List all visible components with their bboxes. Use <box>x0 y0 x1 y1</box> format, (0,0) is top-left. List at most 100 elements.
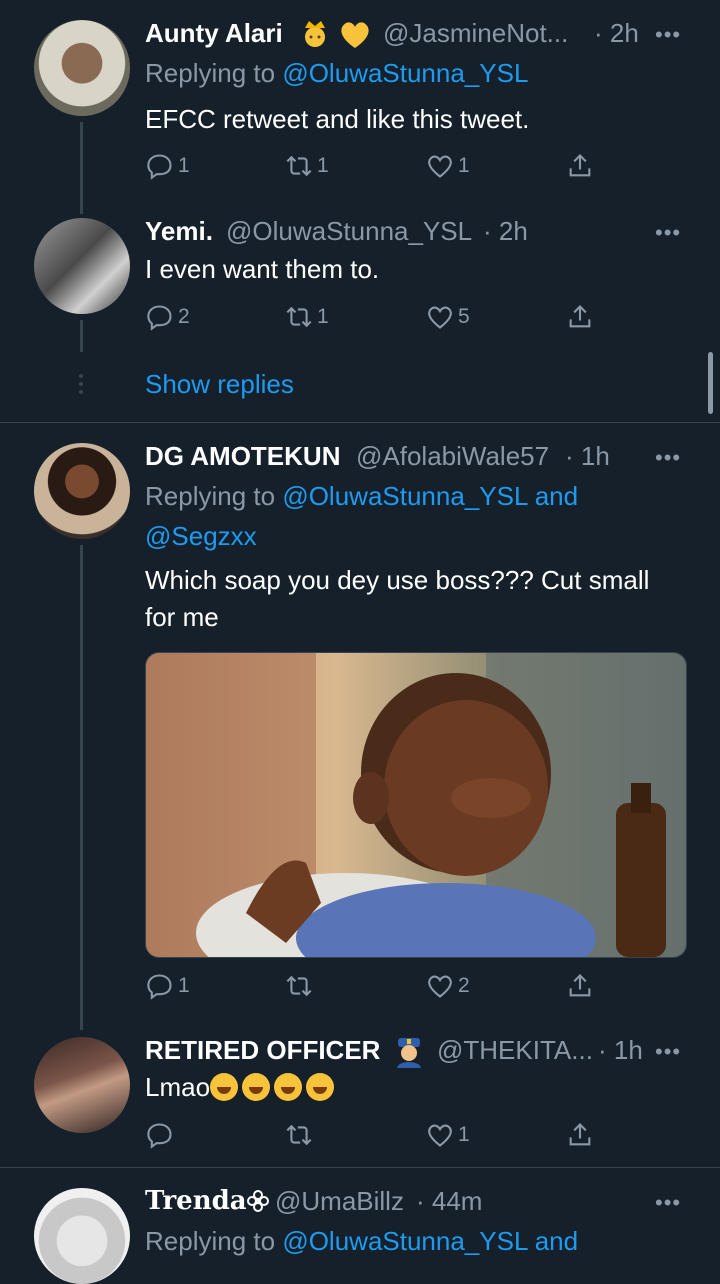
mention-link[interactable]: @OluwaStunna_YSL <box>282 58 528 88</box>
princess-emoji-icon <box>300 18 330 55</box>
replying-to: Replying to @OluwaStunna_YSL <box>145 53 528 93</box>
share-button[interactable] <box>566 972 594 1000</box>
retweet-count: 1 <box>317 154 329 177</box>
heart-icon <box>426 303 454 331</box>
share-button[interactable] <box>566 303 594 331</box>
reply-count: 1 <box>178 154 190 177</box>
divider <box>0 1167 720 1168</box>
gif-image <box>146 653 686 957</box>
replying-to: Replying to @OluwaStunna_YSL and <box>145 1221 578 1261</box>
retweet-button[interactable] <box>285 1121 317 1149</box>
avatar[interactable] <box>34 1188 130 1284</box>
show-replies-link[interactable]: Show replies <box>145 369 294 400</box>
more-options-icon[interactable]: ••• <box>655 22 681 48</box>
reply-button[interactable]: 2 <box>146 303 190 331</box>
tweet-text: EFCC retweet and like this tweet. <box>145 104 530 134</box>
reply-icon <box>146 152 174 180</box>
like-count: 1 <box>458 154 470 177</box>
laughing-emoji-icon <box>242 1073 271 1101</box>
handle[interactable]: @OluwaStunna_YSL <box>226 216 472 247</box>
divider <box>0 422 720 423</box>
like-count: 2 <box>458 974 470 997</box>
like-count: 5 <box>458 305 470 328</box>
more-options-icon[interactable]: ••• <box>655 445 681 471</box>
share-button[interactable] <box>566 1121 594 1149</box>
tweet-text-line-1: Which soap you dey use boss??? Cut small <box>145 565 650 595</box>
display-name[interactable]: Yemi. <box>145 216 213 247</box>
handle[interactable]: @UmaBillz <box>275 1186 404 1217</box>
retweet-count: 1 <box>317 305 329 328</box>
timestamp[interactable]: · 1h <box>565 441 610 472</box>
display-name[interactable]: DG AMOTEKUN <box>145 441 340 472</box>
thread-dots <box>79 374 84 396</box>
tweet-media[interactable] <box>145 652 687 958</box>
replying-and[interactable]: and <box>535 481 578 511</box>
like-button[interactable]: 1 <box>426 152 470 180</box>
timestamp[interactable]: · 2h <box>483 216 528 247</box>
timestamp[interactable]: · 1h <box>598 1035 643 1066</box>
avatar[interactable] <box>34 1037 130 1133</box>
avatar[interactable] <box>34 218 130 314</box>
like-button[interactable]: 5 <box>426 303 470 331</box>
share-icon <box>566 303 594 331</box>
reply-button[interactable]: 1 <box>146 972 190 1000</box>
laughing-emoji-icon <box>274 1073 303 1101</box>
reply-icon <box>146 1121 174 1149</box>
mention-link[interactable]: @OluwaStunna_YSL <box>282 1226 527 1256</box>
reply-button[interactable] <box>146 1121 178 1149</box>
reply-icon <box>146 972 174 1000</box>
avatar[interactable] <box>34 443 130 539</box>
handle[interactable]: @JasmineNot... <box>383 18 568 49</box>
timestamp[interactable]: · 44m <box>416 1186 482 1217</box>
reply-button[interactable]: 1 <box>146 152 190 180</box>
like-button[interactable]: 1 <box>426 1121 470 1149</box>
thread-connector <box>80 320 83 352</box>
replying-and[interactable]: and <box>535 1226 578 1256</box>
mention-link[interactable]: @Segzxx <box>145 521 257 551</box>
police-officer-icon <box>394 1036 424 1073</box>
reply-count: 2 <box>178 305 190 328</box>
retweet-icon <box>285 1121 313 1149</box>
more-options-icon[interactable]: ••• <box>655 1190 681 1216</box>
more-options-icon[interactable]: ••• <box>655 1039 681 1065</box>
display-name[interactable]: Aunty Alari <box>145 18 283 49</box>
thread-connector <box>80 122 83 214</box>
display-name[interactable]: RETIRED OFFICER <box>145 1035 380 1066</box>
retweet-icon <box>285 303 313 331</box>
mention-link[interactable]: @OluwaStunna_YSL <box>282 481 527 511</box>
share-button[interactable] <box>566 152 594 180</box>
yellow-heart-icon <box>338 20 372 55</box>
display-name[interactable]: Trenda <box>145 1186 247 1216</box>
more-options-icon[interactable]: ••• <box>655 220 681 246</box>
retweet-button[interactable]: 1 <box>285 303 329 331</box>
handle[interactable]: @THEKITA... <box>437 1035 593 1066</box>
laughing-emoji-icon <box>306 1073 335 1101</box>
retweet-icon <box>285 972 313 1000</box>
retweet-button[interactable]: 1 <box>285 152 329 180</box>
heart-icon <box>426 972 454 1000</box>
avatar[interactable] <box>34 20 130 116</box>
retweet-button[interactable] <box>285 972 317 1000</box>
replying-to-label: Replying to <box>145 481 276 511</box>
like-count: 1 <box>458 1123 470 1146</box>
tweet-text: I even want them to. <box>145 254 380 284</box>
tweet-text-content: Lmao <box>145 1072 211 1102</box>
heart-icon <box>426 1121 454 1149</box>
like-button[interactable]: 2 <box>426 972 470 1000</box>
laughing-emoji-icon <box>210 1073 239 1101</box>
replying-to-label: Replying to <box>145 58 276 88</box>
share-icon <box>566 972 594 1000</box>
handle[interactable]: @AfolabiWale57 <box>356 441 549 472</box>
replying-to-continued: @Segzxx <box>145 516 257 556</box>
heart-icon <box>426 152 454 180</box>
retweet-icon <box>285 152 313 180</box>
scrollbar[interactable] <box>708 352 713 414</box>
timestamp[interactable]: · 2h <box>594 18 639 49</box>
share-icon <box>566 152 594 180</box>
tweet-text-line-2: for me <box>145 602 219 632</box>
thread-connector <box>80 545 83 1030</box>
reply-count: 1 <box>178 974 190 997</box>
tweet-text: Lmao <box>145 1069 338 1106</box>
replying-to-label: Replying to <box>145 1226 276 1256</box>
flower-icon <box>246 1189 270 1218</box>
